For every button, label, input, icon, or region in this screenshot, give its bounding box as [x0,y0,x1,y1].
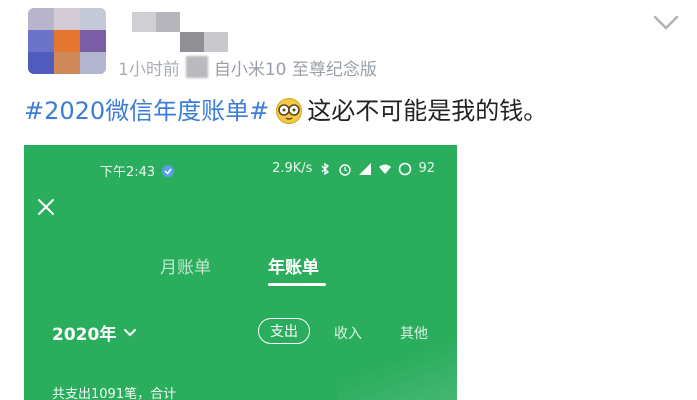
filter-income-button[interactable]: 收入 [334,323,362,343]
meta-blur [185,56,208,78]
username-blurred[interactable] [132,12,228,52]
weibo-post: 1小时前 自小米10 至尊纪念版 #2020微信年度账单# 这必不可能是我的钱。… [0,0,697,400]
chevron-down-icon [124,328,137,336]
year-dropdown[interactable]: 2020年 [52,320,137,345]
bill-tabs: 月账单 年账单 [24,253,457,293]
avatar[interactable] [28,8,106,74]
bluetooth-icon [321,162,330,175]
post-device: 自小米10 至尊纪念版 [213,59,377,80]
wifi-icon [379,164,392,174]
alarm-icon [339,163,352,176]
status-bar: 下午2:43 2.9K/s 92 [24,157,457,181]
post-body-text: 这必不可能是我的钱。 [307,97,548,125]
tab-year-bill[interactable]: 年账单 [268,253,319,278]
battery-level: 92 [418,161,435,176]
active-tab-indicator [268,283,326,286]
year-select-label: 2020年 [52,325,117,345]
post-meta: 1小时前 自小米10 至尊纪念版 [118,52,377,82]
signal-icon [359,162,372,175]
notification-icon [162,164,175,177]
filter-expense-button[interactable]: 支出 [258,318,310,344]
tab-month-bill[interactable]: 月账单 [160,253,211,278]
battery-ring-icon [399,162,412,175]
status-time: 下午2:43 [100,165,156,180]
filter-other-button[interactable]: 其他 [400,323,428,343]
chevron-down-icon[interactable] [652,14,680,32]
face-with-glasses-emoji-icon [276,98,303,124]
screenshot-shade [337,340,457,400]
expense-summary: 共支出1091笔，合计 [52,387,177,400]
post-time: 1小时前 [118,59,180,80]
network-speed: 2.9K/s [272,161,313,176]
close-icon[interactable] [36,197,56,217]
post-text: #2020微信年度账单# 这必不可能是我的钱。 [24,94,547,128]
hashtag-link[interactable]: #2020微信年度账单# [24,94,269,128]
filter-expense-label: 支出 [270,324,298,340]
embedded-screenshot[interactable]: 下午2:43 2.9K/s 92 月账单 年账单 2020年 支出 收入 其他 … [24,145,457,400]
